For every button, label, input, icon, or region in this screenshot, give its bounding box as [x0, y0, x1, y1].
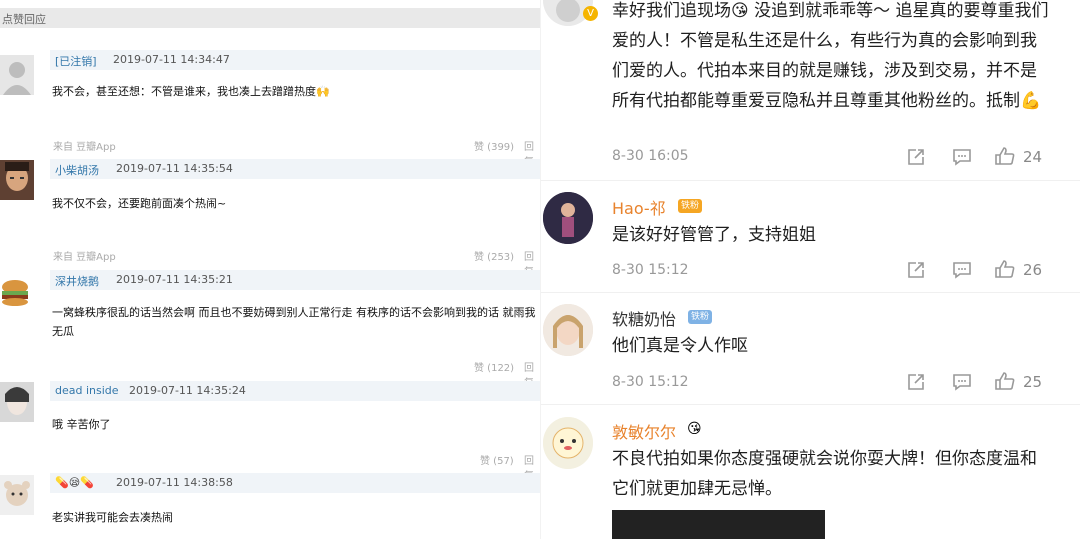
comment-meta: 小柴胡汤 2019-07-11 14:35:54 [50, 159, 540, 179]
comment-icon[interactable] [952, 148, 972, 166]
thumbs-up-icon[interactable] [994, 371, 1016, 391]
username-link[interactable]: [已注销] [55, 53, 97, 69]
avatar[interactable] [0, 382, 34, 422]
like-count: 24 [1023, 148, 1043, 166]
username-link[interactable]: Hao-祁 [612, 195, 666, 219]
comment-meta: dead inside 2019-07-11 14:35:24 [50, 381, 540, 401]
timestamp: 8-30 15:12 [612, 262, 689, 278]
like-count: 25 [1023, 373, 1043, 391]
fan-badge-icon: 铁粉 [678, 199, 703, 213]
section-title: 点赞回应 [2, 13, 46, 26]
avatar[interactable] [543, 192, 593, 244]
weibo-comment-panel: V 幸好我们追现场😘 没追到就乖乖等～ 追星真的要尊重我们爱的人！不管是私生还是… [540, 0, 1080, 539]
timestamp: 8-30 16:05 [612, 148, 689, 164]
username-link[interactable]: 敦敏尔尔 [612, 419, 676, 443]
comment-meta: 💊😪💊 2019-07-11 14:38:58 [50, 473, 540, 493]
comment-text: 他们真是令人作呕 [612, 336, 748, 356]
bear-avatar[interactable] [0, 475, 34, 515]
username-link[interactable]: 小柴胡汤 [55, 162, 99, 178]
divider [541, 404, 1080, 405]
divider [541, 180, 1080, 181]
like-count: 26 [1023, 261, 1043, 279]
v-verified-icon: V [583, 6, 598, 21]
like-button[interactable]: 赞 (57) [480, 452, 514, 467]
attached-image[interactable] [612, 510, 825, 539]
avatar[interactable] [543, 417, 593, 469]
username-link[interactable]: 💊😪💊 [55, 476, 94, 489]
like-button[interactable]: 赞 (399) [474, 138, 514, 153]
douban-comment-panel: 点赞回应 [已注销] 2019-07-11 14:34:47 我不会，甚至还想：… [0, 0, 540, 539]
comment-text: 老实讲我可能会去凑热闹 [52, 511, 173, 524]
comment-text: 我不会，甚至还想：不管是谁来，我也凑上去蹭蹭热度🙌 [52, 85, 330, 98]
timestamp: 8-30 15:12 [612, 374, 689, 390]
timestamp: 2019-07-11 14:35:24 [129, 384, 246, 397]
comment-text: 是该好好管管了，支持姐姐 [612, 225, 816, 245]
username-link[interactable]: dead inside [55, 384, 119, 397]
timestamp: 2019-07-11 14:38:58 [116, 476, 233, 489]
timestamp: 2019-07-11 14:35:54 [116, 162, 233, 175]
comment-meta: [已注销] 2019-07-11 14:34:47 [50, 50, 540, 70]
comment-source: 来自 豆瓣App [53, 252, 116, 263]
like-button[interactable]: 赞 (253) [474, 248, 514, 263]
avatar[interactable] [543, 304, 593, 356]
comment-text: 幸好我们追现场😘 没追到就乖乖等～ 追星真的要尊重我们爱的人！不管是私生还是什么… [612, 1, 1049, 111]
comment-text: 哦 辛苦你了 [52, 418, 111, 431]
thumbs-up-icon[interactable] [994, 146, 1016, 166]
comment-text: 我不仅不会，还要跑前面凑个热闹~ [52, 197, 227, 210]
timestamp: 2019-07-11 14:35:21 [116, 273, 233, 286]
avatar[interactable] [0, 160, 34, 200]
section-header: 点赞回应 [0, 8, 540, 28]
like-button[interactable]: 赞 (122) [474, 359, 514, 374]
comment-icon[interactable] [952, 373, 972, 391]
comment-text: 一窝蜂秩序很乱的话当然会啊 而且也不要妨碍到别人正常行走 有秩序的话不会影响到我… [52, 306, 536, 338]
comment-text: 不良代拍如果你态度强硬就会说你耍大牌！但你态度温和它们就更加肆无忌惮。 [612, 449, 1037, 499]
comment-source: 来自 豆瓣App [53, 142, 116, 153]
share-icon[interactable] [907, 261, 925, 279]
fan-emoji-icon: 😘 [687, 421, 702, 437]
thumbs-up-icon[interactable] [994, 259, 1016, 279]
comment-meta: 深井烧鹅 2019-07-11 14:35:21 [50, 270, 540, 290]
avatar-default-icon[interactable] [0, 55, 34, 95]
timestamp: 2019-07-11 14:34:47 [113, 53, 230, 66]
burger-avatar[interactable] [0, 272, 34, 312]
divider [541, 292, 1080, 293]
share-icon[interactable] [907, 148, 925, 166]
username-link[interactable]: 深井烧鹅 [55, 273, 99, 289]
fan-badge-icon: 铁粉 [688, 310, 713, 324]
username-link[interactable]: 软糖奶怡 [612, 306, 676, 330]
comment-icon[interactable] [952, 261, 972, 279]
share-icon[interactable] [907, 373, 925, 391]
